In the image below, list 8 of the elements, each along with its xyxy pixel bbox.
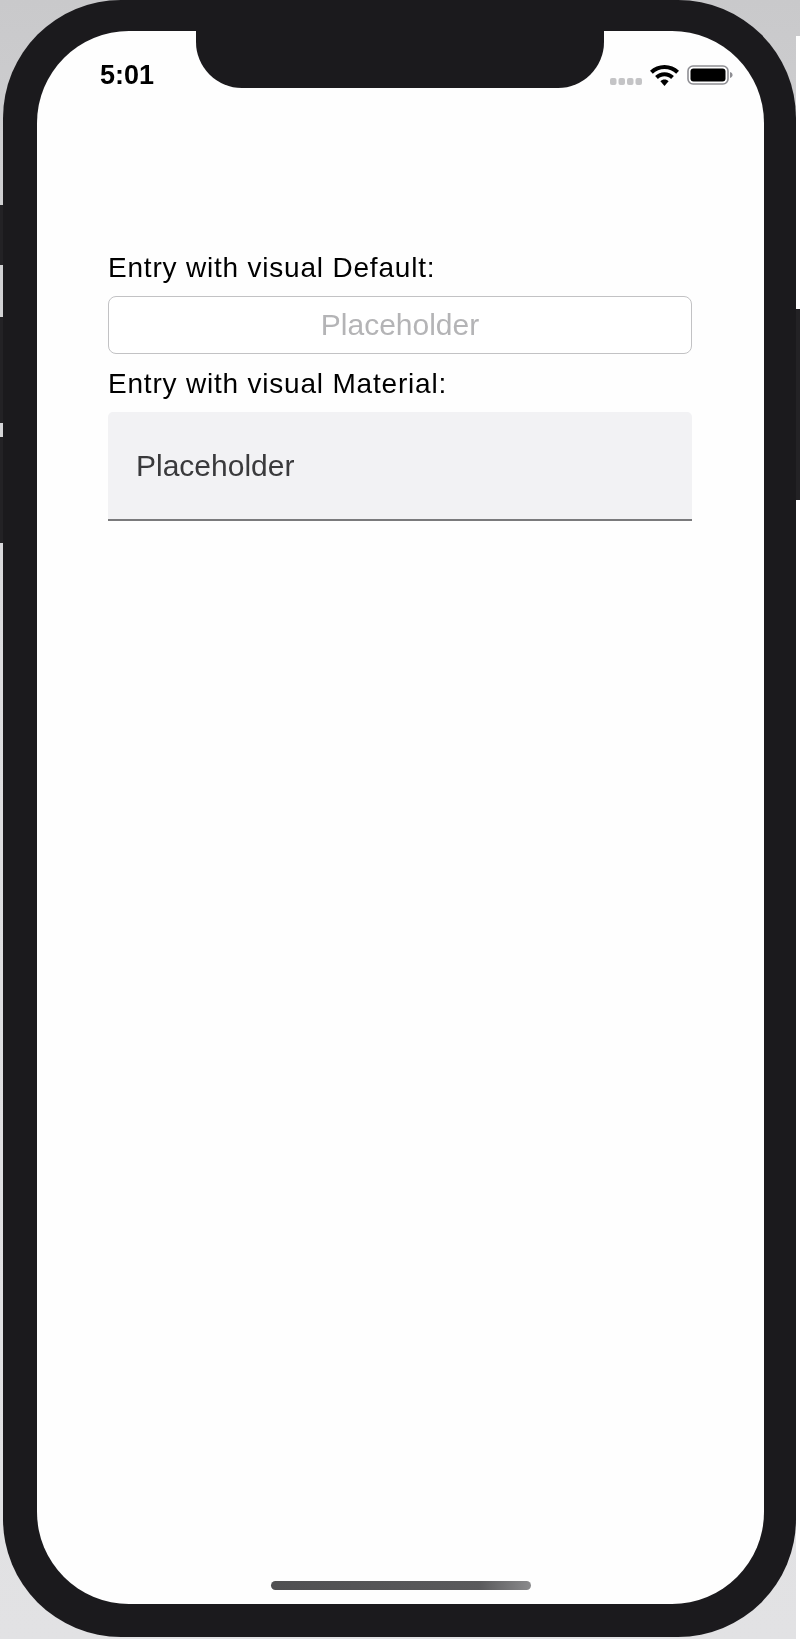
status-time: 5:01 [100,62,155,88]
text-entry-field[interactable]: Placeholder [108,296,692,354]
wifi-icon [650,64,679,86]
entry-label: Entry with visual Material: [108,370,449,398]
cellular-signal-icon [610,77,642,85]
battery-icon [687,65,733,85]
material-entry-field[interactable]: Placeholder [108,412,692,521]
entry-label: Entry with visual Default: [108,254,437,282]
